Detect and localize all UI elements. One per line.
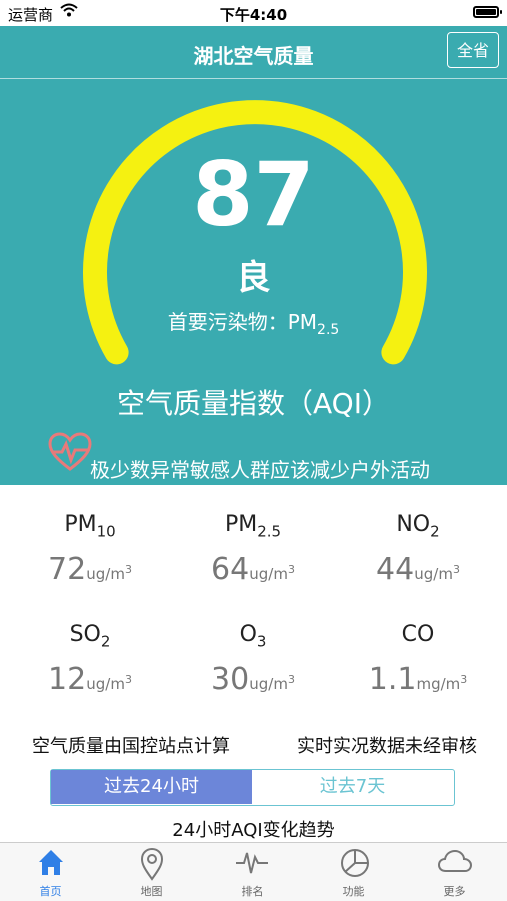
pollutant-value: 72 <box>48 552 87 588</box>
time-range-segment: 过去24小时 过去7天 <box>50 769 455 806</box>
pollutant-name: PM <box>64 512 97 537</box>
pollutant-unit-sup: 3 <box>460 673 468 687</box>
pollutant-value: 44 <box>376 552 415 588</box>
pollutant-pm25: PM2.5 64ug/m3 <box>168 512 338 587</box>
pollutant-name: NO <box>396 512 431 537</box>
pollutant-unit: mg/m <box>416 675 461 694</box>
pollutant-o3: O3 30ug/m3 <box>168 622 338 697</box>
primary-pollutant-name: PM <box>287 310 318 334</box>
pollutant-value: 64 <box>211 552 250 588</box>
pollutant-pm10: PM10 72ug/m3 <box>5 512 175 587</box>
home-icon <box>39 850 63 875</box>
pollutant-co: CO 1.1mg/m3 <box>333 622 503 697</box>
tab-bar: 首页 地图 排名 功能 更多 <box>0 842 507 901</box>
pollutant-unit-sup: 3 <box>287 563 295 577</box>
pollutant-unit: ug/m <box>86 565 125 584</box>
pulse-icon <box>236 852 268 874</box>
tab-label: 地图 <box>140 885 163 898</box>
pollutant-sub: 3 <box>256 632 267 651</box>
map-pin-icon <box>140 847 164 881</box>
pollutant-unit: ug/m <box>414 565 453 584</box>
health-advice: 极少数异常敏感人群应该减少户外活动 <box>48 432 488 482</box>
pollutant-no2: NO2 44ug/m3 <box>333 512 503 587</box>
tab-label: 排名 <box>241 885 264 898</box>
pollutant-sub: 2 <box>100 632 111 651</box>
pollutant-value: 1.1 <box>368 662 417 698</box>
tab-label: 首页 <box>39 885 62 898</box>
tab-more[interactable]: 更多 <box>404 843 505 901</box>
pollutant-unit-sup: 3 <box>124 673 132 687</box>
pie-chart-icon <box>341 849 369 877</box>
tab-ranking[interactable]: 排名 <box>202 843 303 901</box>
pollutant-so2: SO2 12ug/m3 <box>5 622 175 697</box>
aqi-level: 良 <box>236 258 271 298</box>
trend-chart-title: 24小时AQI变化趋势 <box>172 820 335 841</box>
health-advice-text: 极少数异常敏感人群应该减少户外活动 <box>90 458 430 482</box>
primary-pollutant: 首要污染物：PM2.5 <box>0 306 507 338</box>
tab-past-7d[interactable]: 过去7天 <box>252 770 453 804</box>
primary-pollutant-label: 首要污染物： <box>167 310 288 334</box>
pollutant-sub: 2 <box>430 522 440 541</box>
pollutant-value: 30 <box>211 662 250 698</box>
pollutant-unit-sup: 3 <box>124 563 132 577</box>
pollutant-unit-sup: 3 <box>452 563 460 577</box>
heart-pulse-icon <box>48 432 92 477</box>
pollutant-name: SO <box>69 622 101 647</box>
note-unverified: 实时实况数据未经审核 <box>297 736 477 757</box>
pollutant-sub: 10 <box>96 522 116 541</box>
pollutant-sub: 2.5 <box>257 522 282 541</box>
primary-pollutant-sub: 2.5 <box>317 322 340 338</box>
pollutant-unit-sup: 3 <box>287 673 295 687</box>
tab-map[interactable]: 地图 <box>101 843 202 901</box>
pollutant-value: 12 <box>48 662 87 698</box>
tab-home[interactable]: 首页 <box>0 843 101 901</box>
cloud-icon <box>437 849 473 872</box>
aqi-value: 87 <box>192 143 315 246</box>
pollutant-unit: ug/m <box>249 565 288 584</box>
pollutant-name: O <box>239 622 257 647</box>
tab-label: 功能 <box>342 885 365 898</box>
aqi-index-label: 空气质量指数（AQI） <box>117 387 390 420</box>
note-national-stations: 空气质量由国控站点计算 <box>32 736 230 757</box>
tab-label: 更多 <box>443 885 466 898</box>
tab-functions[interactable]: 功能 <box>303 843 404 901</box>
pollutant-name: PM <box>224 512 258 537</box>
tab-past-24h[interactable]: 过去24小时 <box>51 770 252 804</box>
pollutant-unit: ug/m <box>249 675 288 694</box>
pollutant-name: CO <box>401 622 435 647</box>
pollutant-unit: ug/m <box>86 675 125 694</box>
